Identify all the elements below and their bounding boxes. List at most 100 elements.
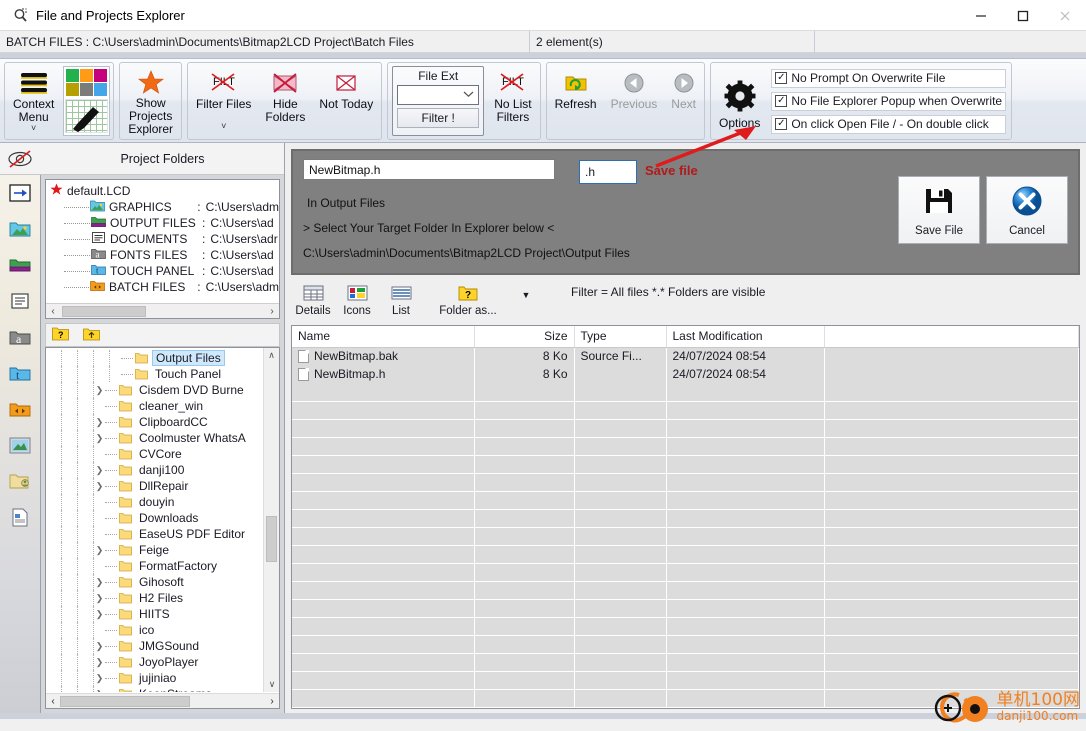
scroll-left-icon[interactable]: ‹ [46, 696, 60, 707]
project-tree-root[interactable]: default.LCD [46, 183, 279, 199]
folder-tree-item[interactable]: ❯ ClipboardCC [46, 414, 263, 430]
close-button[interactable] [1044, 0, 1086, 31]
folder-tree-item[interactable]: douyin [46, 494, 263, 510]
refresh-button[interactable]: Refresh [548, 64, 604, 138]
chevron-right-icon[interactable]: ❯ [94, 465, 105, 476]
folder-tree[interactable]: Output Files Touch Panel ❯ Cisdem DVD Burne… [45, 347, 280, 709]
file-list-table[interactable]: Name Size Type Last Modification NewBitm… [292, 326, 1079, 708]
table-row-empty[interactable] [292, 509, 1079, 528]
table-row-empty[interactable] [292, 545, 1079, 564]
scroll-thumb[interactable] [266, 516, 277, 562]
hide-folders-button[interactable]: Hide Folders [258, 64, 312, 138]
project-tree-row-fonts[interactable]: a FONTS FILES : C:\Users\ad [46, 247, 279, 263]
project-tree-hscrollbar[interactable]: ‹ › [46, 303, 279, 318]
checkbox-icon[interactable]: ✓ [775, 118, 788, 130]
folder-tree-item[interactable]: EaseUS PDF Editor [46, 526, 263, 542]
scroll-thumb[interactable] [60, 695, 190, 707]
table-row-empty[interactable] [292, 653, 1079, 672]
table-row[interactable]: NewBitmap.bak 8 Ko Source Fi... 24/07/2024 … [292, 347, 1079, 365]
folder-tree-item[interactable]: ❯ Coolmuster WhatsA [46, 430, 263, 446]
sidebar-item-output-files[interactable] [0, 247, 41, 283]
view-details-button[interactable]: Details [291, 279, 335, 317]
table-row-empty[interactable] [292, 437, 1079, 456]
checkbox-icon[interactable]: ✓ [775, 72, 788, 84]
eye-hidden-icon[interactable] [0, 143, 41, 175]
folder-tree-item[interactable]: ❯ H2 Files [46, 590, 263, 606]
folder-tree-rows[interactable]: Output Files Touch Panel ❯ Cisdem DVD Burne… [46, 350, 263, 692]
color-swatch-grid[interactable] [66, 69, 108, 96]
scroll-down-icon[interactable]: ∨ [264, 677, 279, 692]
column-header-name[interactable]: Name [292, 326, 475, 348]
view-folder-as-button[interactable]: ? Folder as... [423, 279, 513, 317]
view-dropdown-button[interactable]: ▼ [513, 279, 539, 300]
file-list-panel[interactable]: Name Size Type Last Modification NewBitm… [291, 325, 1080, 709]
chevron-right-icon[interactable]: ❯ [94, 593, 105, 604]
file-ext-dropdown[interactable] [397, 85, 480, 105]
folder-tree-item[interactable]: ❯ Feige [46, 542, 263, 558]
folder-tree-item[interactable]: cleaner_win [46, 398, 263, 414]
table-row-empty[interactable] [292, 635, 1079, 654]
scroll-left-icon[interactable]: ‹ [46, 306, 60, 317]
checkbox-no-explorer-popup[interactable]: ✓ No File Explorer Popup when Overwrite [771, 91, 1007, 111]
scroll-right-icon[interactable]: › [265, 696, 279, 707]
sidebar-item-fonts-files[interactable]: a [0, 319, 41, 355]
folder-tree-item[interactable]: CVCore [46, 446, 263, 462]
folder-tree-vscrollbar[interactable]: ∧ ∨ [263, 348, 279, 692]
sidebar-item-documents[interactable] [0, 283, 41, 319]
table-row-empty[interactable] [292, 419, 1079, 438]
sidebar-item-graphics[interactable] [0, 211, 41, 247]
chevron-right-icon[interactable]: ❯ [94, 545, 105, 556]
folder-tree-item[interactable]: ❯ JMGSound [46, 638, 263, 654]
project-tree-row-graphics[interactable]: GRAPHICS : C:\Users\adm [46, 199, 279, 215]
chevron-down-icon[interactable]: ˅ [31, 124, 36, 133]
checkbox-icon[interactable]: ✓ [775, 95, 788, 107]
folder-tree-item[interactable]: ❯ DllRepair [46, 478, 263, 494]
project-tree[interactable]: default.LCD GRAPHICS : C:\Users\adm OUTP… [45, 179, 280, 319]
table-row-empty[interactable] [292, 473, 1079, 492]
scroll-right-icon[interactable]: › [265, 306, 279, 317]
checkbox-click-open-file[interactable]: ✓ On click Open File / - On double click [771, 114, 1007, 134]
chevron-right-icon[interactable]: ❯ [94, 417, 105, 428]
chevron-right-icon[interactable]: ❯ [94, 433, 105, 444]
table-row-empty[interactable] [292, 455, 1079, 474]
chevron-right-icon[interactable]: ❯ [94, 481, 105, 492]
table-row-empty[interactable] [292, 401, 1079, 420]
chevron-right-icon[interactable]: ❯ [94, 385, 105, 396]
project-tree-row-touch[interactable]: t TOUCH PANEL : C:\Users\ad [46, 263, 279, 279]
table-row-empty[interactable] [292, 491, 1079, 510]
checkbox-no-prompt-overwrite[interactable]: ✓ No Prompt On Overwrite File [771, 68, 1007, 88]
folder-tree-item[interactable]: Downloads [46, 510, 263, 526]
table-row-empty[interactable] [292, 563, 1079, 582]
chevron-right-icon[interactable]: ❯ [94, 657, 105, 668]
pen-tool-icon[interactable] [65, 99, 109, 133]
folder-tree-hscrollbar[interactable]: ‹ › [46, 693, 279, 708]
chevron-right-icon[interactable]: ❯ [94, 641, 105, 652]
chevron-right-icon[interactable]: ❯ [94, 673, 105, 684]
save-file-button[interactable]: Save File [898, 176, 980, 244]
project-tree-row-output[interactable]: OUTPUT FILES : C:\Users\ad [46, 215, 279, 231]
cancel-button[interactable]: Cancel [986, 176, 1068, 244]
scroll-thumb[interactable] [62, 305, 146, 317]
project-tree-row-batch[interactable]: BATCH FILES : C:\Users\adm [46, 279, 279, 295]
table-row-empty[interactable] [292, 617, 1079, 636]
no-list-filters-button[interactable]: FILT No List Filters [487, 64, 538, 138]
scroll-up-icon[interactable]: ∧ [264, 348, 279, 363]
chevron-right-icon[interactable]: ❯ [94, 577, 105, 588]
folder-tree-item[interactable]: ❯ Cisdem DVD Burne [46, 382, 263, 398]
folder-tree-item[interactable]: ❯ HIITS [46, 606, 263, 622]
table-row-empty[interactable] [292, 599, 1079, 618]
table-row-empty[interactable] [292, 383, 1079, 402]
maximize-button[interactable] [1002, 0, 1044, 31]
folder-tree-item[interactable]: ❯ KeenStreams [46, 686, 263, 692]
folder-tree-item[interactable]: ❯ Gihosoft [46, 574, 263, 590]
project-tree-row-documents[interactable]: DOCUMENTS : C:\Users\adr [46, 231, 279, 247]
sidebar-item-user-folder[interactable] [0, 463, 41, 499]
column-header-size[interactable]: Size [474, 326, 575, 348]
yellow-help-folder-icon[interactable]: ? [52, 326, 69, 344]
context-menu-button[interactable]: Context Menu ˅ [6, 64, 61, 138]
sidebar-item-picture[interactable] [0, 427, 41, 463]
filename-input[interactable]: NewBitmap.h [303, 159, 555, 180]
folder-tree-item[interactable]: ❯ JoyoPlayer [46, 654, 263, 670]
minimize-button[interactable] [960, 0, 1002, 31]
folder-tree-item[interactable]: ico [46, 622, 263, 638]
